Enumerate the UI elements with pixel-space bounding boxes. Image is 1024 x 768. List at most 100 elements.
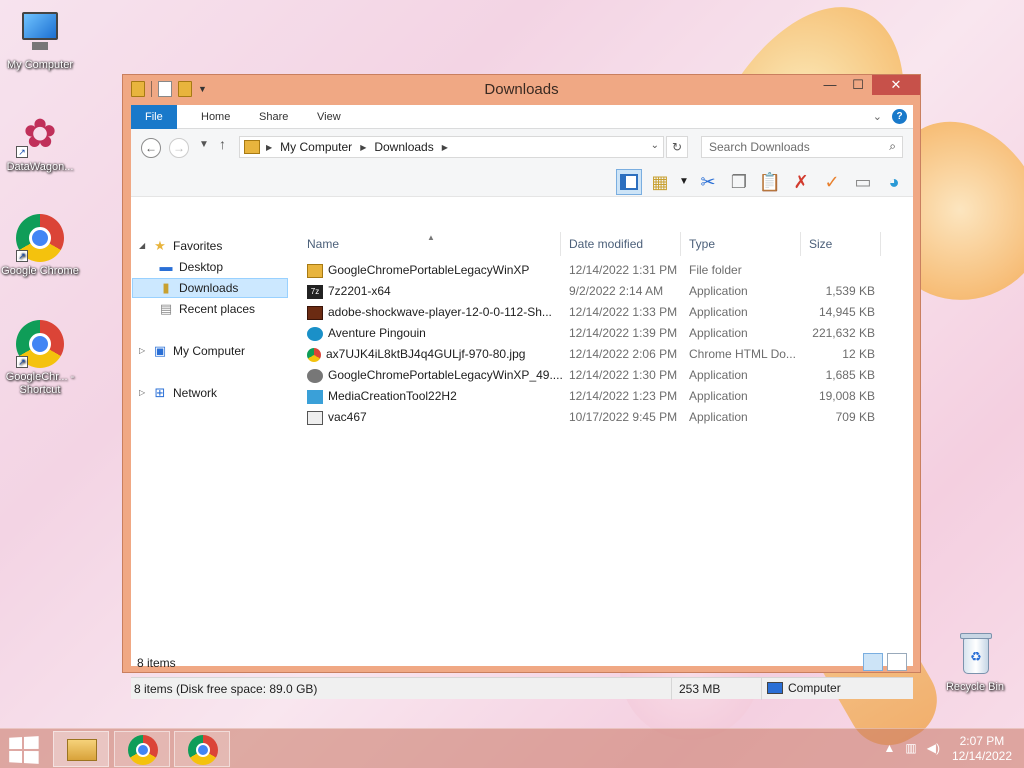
nav-label: Favorites <box>173 239 223 253</box>
chevron-right-icon[interactable]: ▶ <box>266 143 272 152</box>
desktop-icon-datawagon[interactable]: ✿ ↗ DataWagon... <box>0 110 80 174</box>
desktop-icon-chrome-shortcut[interactable]: ↗ GoogleChr... - Shortcut <box>0 320 80 397</box>
rename-icon[interactable]: ▭ <box>850 169 876 195</box>
details-view-button[interactable] <box>863 653 883 671</box>
tab-home[interactable]: Home <box>187 105 244 129</box>
breadcrumb-my-computer[interactable]: My Computer <box>280 140 352 154</box>
file-date: 12/14/2022 1:33 PM <box>569 305 678 319</box>
cut-icon[interactable]: ✂ <box>695 169 721 195</box>
column-header-size[interactable]: Size <box>803 232 881 256</box>
close-button[interactable]: ✕ <box>872 75 920 95</box>
chevron-right-icon[interactable]: ▶ <box>442 143 448 152</box>
maximize-button[interactable]: ☐ <box>844 75 872 95</box>
file-date: 12/14/2022 2:06 PM <box>569 347 678 361</box>
column-header-type[interactable]: Type <box>683 232 801 256</box>
file-type: Application <box>689 284 748 298</box>
status-text: 8 items (Disk free space: 89.0 GB) <box>134 682 318 696</box>
window-title: Downloads <box>484 81 559 98</box>
file-type: Application <box>689 305 748 319</box>
tab-file[interactable]: File <box>131 105 177 129</box>
file-type: Application <box>689 410 748 424</box>
file-date: 10/17/2022 9:45 PM <box>569 410 678 424</box>
recent-locations-icon[interactable]: ▼ <box>199 139 209 150</box>
datawagon-icon: ✿ ↗ <box>16 110 64 158</box>
refresh-button[interactable]: ↻ <box>666 136 688 158</box>
system-tray: ▲ ▥ ◀) <box>884 741 940 755</box>
clock[interactable]: 2:07 PM 12/14/2022 <box>952 734 1012 764</box>
volume-icon[interactable]: ◀) <box>927 741 940 755</box>
file-size: 1,539 KB <box>825 284 875 298</box>
file-row[interactable]: MediaCreationTool22H2 12/14/2022 1:23 PM… <box>301 386 891 407</box>
nav-desktop[interactable]: ▬ Desktop <box>157 257 224 277</box>
file-size: 12 KB <box>842 347 875 361</box>
chrome-icon: ↗ <box>16 214 64 262</box>
explorer-window: ▼ Downloads — ☐ ✕ File Home Share View ⌄… <box>122 74 921 700</box>
delete-icon[interactable]: ✗ <box>788 169 814 195</box>
nav-recent-places[interactable]: ▤ Recent places <box>157 299 255 319</box>
nav-label: Downloads <box>179 281 239 295</box>
breadcrumb-downloads[interactable]: Downloads <box>374 140 433 154</box>
file-row[interactable]: Aventure Pingouin 12/14/2022 1:39 PM App… <box>301 323 891 344</box>
file-row[interactable]: 7z 7z2201-x64 9/2/2022 2:14 AM Applicatio… <box>301 281 891 302</box>
nav-favorites[interactable]: ◢ ★ Favorites <box>139 236 222 256</box>
title-bar[interactable]: ▼ Downloads — ☐ ✕ <box>123 75 920 105</box>
paste-icon[interactable]: 📋 <box>757 169 783 195</box>
file-row[interactable]: vac467 10/17/2022 9:45 PM Application 70… <box>301 407 891 428</box>
file-row[interactable]: adobe-shockwave-player-12-0-0-112-Sh... … <box>301 302 891 323</box>
file-name: 7z2201-x64 <box>328 284 391 298</box>
shell-icon[interactable]: ◕ <box>881 169 907 195</box>
column-header-name[interactable]: Name ▲ <box>301 232 561 256</box>
desktop-icon-label: DataWagon... <box>6 161 74 173</box>
nav-label: Network <box>173 386 218 400</box>
navigation-pane: ◢ ★ Favorites ▬ Desktop ▮ Downloads ▤ Re… <box>131 232 294 650</box>
chrome-icon <box>307 347 321 362</box>
search-input[interactable]: Search Downloads ⌕ <box>701 136 903 158</box>
file-name: adobe-shockwave-player-12-0-0-112-Sh... <box>328 305 552 319</box>
file-date: 12/14/2022 1:31 PM <box>569 263 678 277</box>
chevron-down-icon[interactable]: ▼ <box>678 169 690 195</box>
desktop-icon-label: GoogleChr... - Shortcut <box>5 371 75 396</box>
column-header-date[interactable]: Date modified <box>563 232 681 256</box>
taskbar-chrome[interactable] <box>114 731 170 767</box>
expand-icon[interactable]: ▷ <box>139 341 151 361</box>
nav-downloads[interactable]: ▮ Downloads <box>132 278 288 298</box>
chevron-right-icon[interactable]: ▶ <box>360 143 366 152</box>
up-button[interactable]: ↑ <box>219 136 226 152</box>
file-row[interactable]: ax7UJK4iL8ktBJ4q4GULjf-970-80.jpg 12/14/… <box>301 344 891 365</box>
taskbar-chrome-2[interactable] <box>174 731 230 767</box>
folder-options-icon[interactable]: ▦ <box>647 169 673 195</box>
start-button[interactable] <box>9 736 39 764</box>
tab-share[interactable]: Share <box>245 105 302 129</box>
chevron-down-icon[interactable]: ⌄ <box>651 140 659 151</box>
tab-view[interactable]: View <box>303 105 355 129</box>
nav-label: My Computer <box>173 344 246 358</box>
forward-button[interactable]: → <box>169 138 189 158</box>
file-type: Application <box>689 389 748 403</box>
desktop-icon-my-computer[interactable]: My Computer <box>0 8 80 72</box>
nav-network[interactable]: ▷ ⊞ Network <box>139 383 217 403</box>
checkmark-icon[interactable]: ✓ <box>819 169 845 195</box>
file-row[interactable]: GoogleChromePortableLegacyWinXP 12/14/20… <box>301 260 891 281</box>
desktop-icon-google-chrome[interactable]: ↗ Google Chrome <box>0 214 80 278</box>
nav-my-computer[interactable]: ▷ ▣ My Computer <box>139 341 245 361</box>
penguin-icon <box>307 326 323 341</box>
status-size: 253 MB <box>679 682 721 696</box>
network-icon[interactable]: ▥ <box>905 741 916 755</box>
star-icon: ★ <box>154 238 166 253</box>
help-icon[interactable]: ? <box>892 109 907 124</box>
collapse-icon[interactable]: ◢ <box>139 236 151 256</box>
preview-pane-button[interactable] <box>616 169 642 195</box>
back-button[interactable]: ← <box>141 138 161 158</box>
copy-icon[interactable]: ❐ <box>726 169 752 195</box>
minimize-button[interactable]: — <box>816 75 844 95</box>
address-bar[interactable]: ▶ My Computer ▶ Downloads ▶ ⌄ <box>239 136 664 158</box>
file-date: 9/2/2022 2:14 AM <box>569 284 664 298</box>
file-row[interactable]: GoogleChromePortableLegacyWinXP_49.... 1… <box>301 365 891 386</box>
chevron-down-icon[interactable]: ⌄ <box>873 110 882 123</box>
taskbar-file-explorer[interactable] <box>53 731 109 767</box>
clock-date: 12/14/2022 <box>951 749 1012 763</box>
large-icons-view-button[interactable] <box>887 653 907 671</box>
show-hidden-icons[interactable]: ▲ <box>884 741 896 755</box>
desktop-icon-recycle-bin[interactable]: ♻ Recycle Bin <box>935 630 1015 694</box>
expand-icon[interactable]: ▷ <box>139 383 151 403</box>
